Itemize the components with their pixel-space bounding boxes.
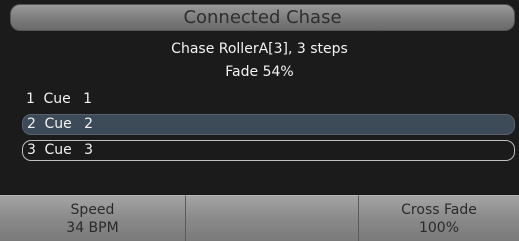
- crossfade-value: 100%: [418, 220, 460, 236]
- cue-row-3[interactable]: 3 Cue 3: [22, 140, 515, 161]
- speed-label: Speed: [70, 202, 115, 218]
- panel-title: Connected Chase: [10, 4, 515, 31]
- cue-value: 3: [84, 142, 94, 158]
- crossfade-label: Cross Fade: [401, 202, 477, 218]
- speed-softkey[interactable]: Speed 34 BPM: [0, 195, 186, 241]
- cue-row-1[interactable]: 1 Cue 1: [22, 90, 515, 111]
- cue-label: Cue: [43, 91, 71, 107]
- cue-number: 1: [26, 91, 35, 107]
- cue-number: 2: [27, 116, 36, 132]
- connected-chase-panel: Connected Chase Chase RollerA[3], 3 step…: [0, 0, 519, 241]
- cue-number: 3: [27, 142, 36, 158]
- cue-value: 1: [83, 91, 93, 107]
- fade-status: Fade 54%: [225, 64, 294, 80]
- speed-value: 34 BPM: [66, 220, 119, 236]
- crossfade-softkey[interactable]: Cross Fade 100%: [359, 195, 519, 241]
- empty-softkey[interactable]: [186, 195, 359, 241]
- cue-label: Cue: [44, 116, 72, 132]
- cue-value: 2: [84, 116, 94, 132]
- cue-row-2[interactable]: 2 Cue 2: [22, 114, 515, 135]
- chase-description: Chase RollerA[3], 3 steps: [171, 41, 348, 57]
- softkey-bar: Speed 34 BPM Cross Fade 100%: [0, 195, 519, 241]
- cue-label: Cue: [44, 142, 72, 158]
